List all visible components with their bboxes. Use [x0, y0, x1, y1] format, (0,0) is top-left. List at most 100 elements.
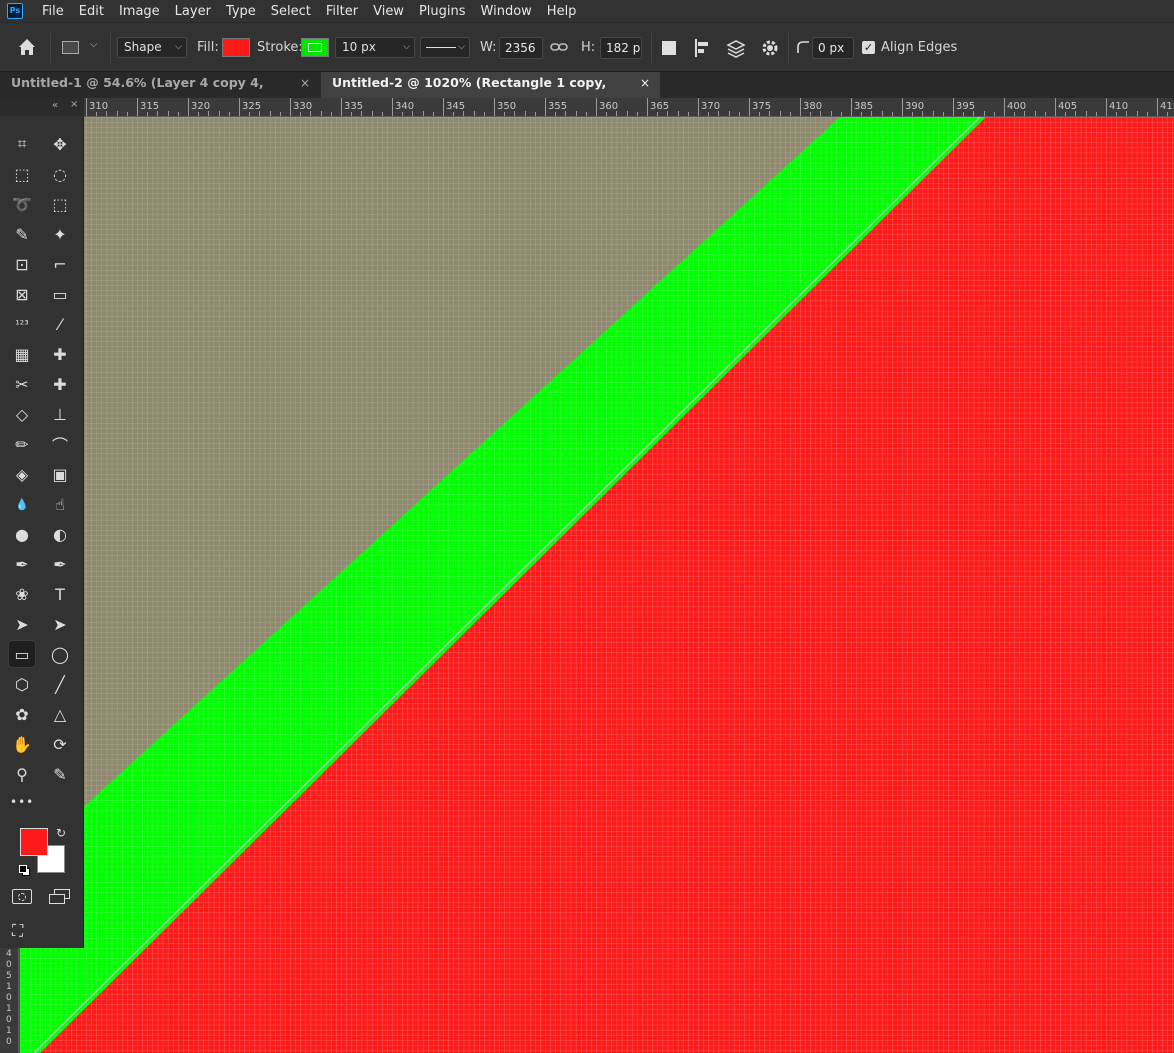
canvas[interactable]: [20, 117, 1174, 1053]
path-arrangement-icon[interactable]: [725, 37, 747, 59]
ruler-icon[interactable]: ▭: [47, 281, 73, 307]
frame-icon[interactable]: ⊠: [9, 281, 35, 307]
stroke-width-select[interactable]: 10 px ⌵: [335, 37, 415, 58]
path-alignment-icon[interactable]: [694, 38, 712, 58]
eraser-icon[interactable]: ◇: [9, 401, 35, 427]
ruler-minor-tick: [126, 112, 128, 116]
custom-shape-icon[interactable]: ✿: [9, 701, 35, 727]
menu-plugins[interactable]: Plugins: [411, 4, 473, 19]
path-operations-icon[interactable]: [662, 41, 676, 55]
chevron-down-icon: ⌵: [175, 42, 182, 52]
menu-bar: Ps File Edit Image Layer Type Select Fil…: [0, 0, 1174, 22]
triangle-tool-icon[interactable]: △: [47, 701, 73, 727]
menu-window[interactable]: Window: [473, 4, 539, 19]
menu-edit[interactable]: Edit: [71, 4, 111, 19]
screen-mode-icon[interactable]: [49, 889, 71, 905]
ruler-label: 355: [548, 101, 568, 112]
rectangle-tool-icon[interactable]: ▭: [8, 640, 36, 668]
smudge-icon[interactable]: ☝: [47, 491, 73, 517]
close-icon[interactable]: ×: [300, 72, 310, 94]
tool-preset-picker[interactable]: ⌵: [62, 39, 102, 57]
default-colors-icon[interactable]: [19, 865, 30, 876]
quick-selection-icon[interactable]: ✎: [9, 221, 35, 247]
stroke-swatch[interactable]: [301, 38, 329, 57]
pen-icon[interactable]: ✒: [47, 551, 73, 577]
content-aware-icon[interactable]: ▦: [9, 341, 35, 367]
tab-untitled-2[interactable]: Untitled-2 @ 1020% (Rectangle 1 copy, RG…: [321, 72, 660, 112]
tab-untitled-1[interactable]: Untitled-1 @ 54.6% (Layer 4 copy 4, RGB/…: [0, 72, 320, 112]
move-tool-icon[interactable]: ✥: [47, 131, 73, 157]
artboard-tool-icon[interactable]: ⌗: [9, 131, 35, 157]
ellipse-tool-icon[interactable]: ◯: [47, 641, 73, 667]
width-input[interactable]: 2356: [499, 37, 543, 59]
menu-view[interactable]: View: [365, 4, 411, 19]
gradient-icon[interactable]: ▣: [47, 461, 73, 487]
swap-colors-icon[interactable]: ↻: [56, 826, 66, 840]
sponge-icon[interactable]: ◐: [47, 521, 73, 547]
curvature-pen-icon[interactable]: ✒: [9, 551, 35, 577]
paint-bucket-icon[interactable]: ◈: [9, 461, 35, 487]
type-icon[interactable]: T: [47, 581, 73, 607]
hand-icon[interactable]: ✋: [9, 731, 35, 757]
pencil-icon[interactable]: ✏: [9, 431, 35, 457]
ruler-minor-tick: [432, 112, 434, 116]
generative-icon[interactable]: ✎: [47, 761, 73, 787]
ruler-label: 380: [803, 101, 823, 112]
object-selection-icon[interactable]: ⬚: [47, 191, 73, 217]
line-tool-icon[interactable]: ╱: [47, 671, 73, 697]
select-subject-icon[interactable]: ❀: [9, 581, 35, 607]
stroke-type-select[interactable]: ⌵: [420, 37, 470, 58]
zoom-icon[interactable]: ⚲: [9, 761, 35, 787]
ruler-minor-tick: [759, 112, 761, 116]
menu-type[interactable]: Type: [218, 4, 263, 19]
patch-icon[interactable]: ✚: [47, 371, 73, 397]
count-icon[interactable]: ¹²³: [9, 311, 35, 337]
dodge-icon[interactable]: ●: [9, 521, 35, 547]
perspective-crop-icon[interactable]: ⊡: [9, 251, 35, 277]
lasso-icon[interactable]: ➰: [9, 191, 35, 217]
menu-file[interactable]: File: [34, 4, 71, 19]
height-input[interactable]: 182 p: [600, 37, 642, 59]
corner-radius-input[interactable]: 0 px: [812, 37, 854, 59]
stroke-width-value: 10 px: [342, 40, 376, 54]
menu-layer[interactable]: Layer: [167, 4, 218, 19]
brush-icon[interactable]: ⌒: [47, 431, 73, 457]
menu-image[interactable]: Image: [111, 4, 167, 19]
mode-select[interactable]: Shape ⌵: [117, 37, 187, 58]
gear-icon[interactable]: [760, 38, 780, 58]
rotate-view-icon[interactable]: ⟳: [47, 731, 73, 757]
clone-stamp-icon[interactable]: ⊥: [47, 401, 73, 427]
ruler-major-tick: [545, 98, 546, 116]
polygon-tool-icon[interactable]: ⬡: [9, 671, 35, 697]
foreground-color-swatch[interactable]: [20, 828, 48, 856]
menu-select[interactable]: Select: [263, 4, 318, 19]
generative-fill-icon[interactable]: ⛶: [12, 921, 34, 941]
rectangular-marquee-icon[interactable]: ⬚: [9, 161, 35, 187]
path-selection-icon[interactable]: ➤: [9, 611, 35, 637]
healing-brush-icon[interactable]: ✚: [47, 341, 73, 367]
elliptical-marquee-icon[interactable]: ◌: [47, 161, 73, 187]
ruler-label: 1: [6, 1004, 12, 1014]
more-tools-icon[interactable]: •••: [10, 795, 34, 809]
fill-swatch[interactable]: [222, 38, 250, 57]
ruler-label: 360: [599, 101, 619, 112]
content-move-icon[interactable]: ✂: [9, 371, 35, 397]
align-edges-checkbox[interactable]: ✓: [862, 41, 875, 54]
collapse-panel-icon[interactable]: «: [52, 100, 58, 111]
close-icon[interactable]: ×: [640, 72, 650, 94]
crop-icon[interactable]: ⌐: [47, 251, 73, 277]
ruler-minor-tick: [371, 111, 373, 116]
eyedropper-icon[interactable]: ⁄: [47, 311, 73, 337]
direct-selection-icon[interactable]: ➤: [47, 611, 73, 637]
home-icon[interactable]: [16, 36, 38, 58]
menu-filter[interactable]: Filter: [318, 4, 365, 19]
blur-icon[interactable]: 💧: [9, 491, 35, 517]
quick-mask-icon[interactable]: [12, 889, 32, 904]
magic-wand-icon[interactable]: ✦: [47, 221, 73, 247]
menu-help[interactable]: Help: [539, 4, 584, 19]
ruler-minor-tick: [993, 112, 995, 116]
close-icon[interactable]: ×: [70, 99, 78, 110]
ruler-major-tick: [392, 98, 393, 116]
link-icon[interactable]: [550, 40, 568, 54]
ruler-minor-tick: [1024, 111, 1026, 116]
